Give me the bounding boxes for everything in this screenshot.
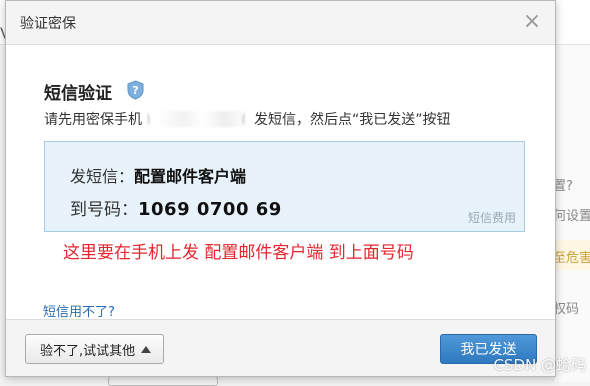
dialog-title: 验证密保 — [20, 13, 76, 33]
try-other-method-label: 验不了,试试其他 — [40, 340, 135, 359]
background-text-fragment: 至危害 — [553, 247, 590, 266]
sms-content-row: 发短信：配置邮件客户端 — [70, 163, 246, 187]
dialog-body: 短信验证 ? 请先用密保手机 发短信，然后点“我已发送”按钮 发短信：配置邮件客户… — [6, 45, 555, 320]
dialog-footer: 验不了,试试其他 我已发送 — [6, 319, 555, 376]
background-text-fragment: 何设置 — [553, 205, 590, 224]
try-other-method-button[interactable]: 验不了,试试其他 — [25, 334, 164, 364]
sms-number-row: 到号码：1069 0700 69 — [70, 195, 282, 220]
sms-number-label: 到号码： — [70, 200, 138, 220]
red-annotation-text: 这里要在手机上发 配置邮件客户端 到上面号码 — [63, 238, 414, 263]
verify-security-dialog: 验证密保 × 短信验证 ? 请先用密保手机 发短信，然后点“我已发送”按钮 发短信… — [5, 0, 556, 377]
svg-text:?: ? — [132, 84, 138, 97]
sms-unavailable-link[interactable]: 短信用不了? — [43, 301, 115, 320]
csdn-watermark: CSDN @蛤码 — [493, 354, 586, 375]
sms-number-value: 1069 0700 69 — [138, 199, 282, 220]
caret-up-icon — [141, 346, 151, 353]
sms-content-value: 配置邮件客户端 — [134, 167, 246, 186]
instruction-text: 请先用密保手机 发短信，然后点“我已发送”按钮 — [44, 109, 451, 129]
dialog-header: 验证密保 × — [6, 1, 555, 45]
masked-phone-number — [146, 111, 250, 127]
section-title: 短信验证 — [44, 79, 112, 104]
sms-info-box: 发短信：配置邮件客户端 到号码：1069 0700 69 短信费用 — [44, 141, 525, 232]
shield-question-icon[interactable]: ? — [126, 80, 145, 100]
background-text-fragment: 权码 — [553, 298, 579, 317]
background-button — [108, 376, 218, 386]
sms-fee-link[interactable]: 短信费用 — [468, 209, 516, 226]
sms-content-label: 发短信： — [70, 167, 134, 186]
instruction-suffix: 发短信，然后点“我已发送”按钮 — [254, 112, 451, 128]
instruction-prefix: 请先用密保手机 — [44, 112, 142, 128]
close-icon[interactable]: × — [522, 11, 542, 33]
